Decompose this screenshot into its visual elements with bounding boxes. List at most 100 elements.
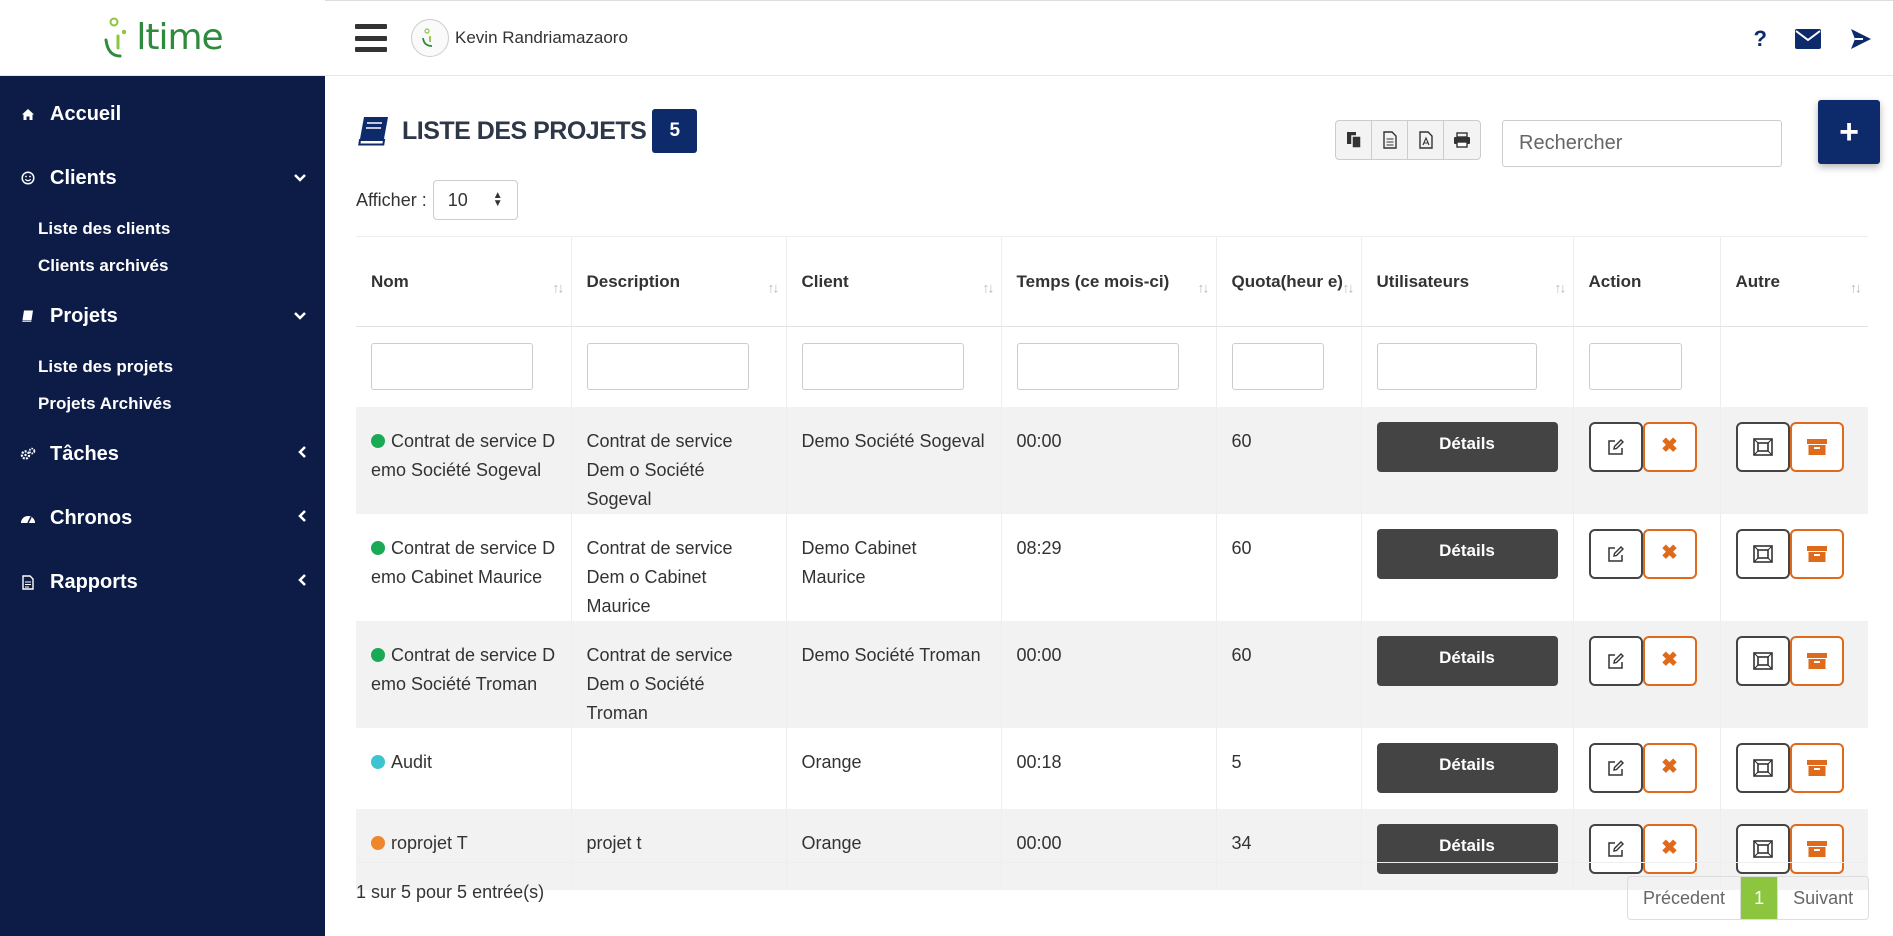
export-csv-button[interactable]	[1372, 121, 1408, 159]
cell-temps: 08:29	[1001, 513, 1217, 621]
sidebar-item-accueil[interactable]: Accueil	[0, 82, 325, 146]
project-name[interactable]: Audit	[391, 752, 432, 772]
sidebar-subitem-liste-clients[interactable]: Liste des clients	[0, 210, 325, 247]
details-button[interactable]: Détails	[1376, 742, 1558, 793]
cell-autre	[1720, 621, 1868, 728]
edit-icon	[1607, 545, 1624, 562]
pagination-next[interactable]: Suivant	[1778, 877, 1868, 919]
pagination-page[interactable]: 1	[1741, 877, 1779, 919]
details-button[interactable]: Détails	[1376, 635, 1558, 686]
logo-text: ltime	[136, 17, 223, 58]
archive-button[interactable]	[1789, 635, 1844, 686]
view-button[interactable]	[1735, 823, 1790, 874]
filter-client-input[interactable]	[801, 343, 964, 391]
send-icon[interactable]	[1849, 27, 1873, 51]
archive-button[interactable]	[1789, 528, 1844, 579]
sidebar-item-taches[interactable]: Tâches	[0, 422, 325, 486]
edit-button[interactable]	[1588, 528, 1643, 579]
filter-quota-input[interactable]	[1231, 343, 1324, 391]
table-header-row: Nom ↑↓ Description ↑↓ Client ↑↓ Temps (ce m…	[356, 236, 1868, 327]
pagination-prev[interactable]: Précedent	[1628, 877, 1742, 919]
column-header-temps[interactable]: Temps (ce mois-ci) ↑↓	[1001, 236, 1217, 327]
project-name[interactable]: roprojet T	[391, 833, 468, 853]
page-length-select[interactable]: 10 ▲ ▼	[432, 180, 518, 220]
filter-action-input[interactable]	[1588, 343, 1682, 391]
details-button[interactable]: Détails	[1376, 528, 1558, 579]
delete-icon: ✖	[1661, 542, 1678, 564]
column-header-description[interactable]: Description ↑↓	[571, 236, 787, 327]
filter-row	[356, 326, 1868, 407]
edit-button[interactable]	[1588, 635, 1643, 686]
cell-action: ✖	[1573, 513, 1721, 621]
column-header-quota[interactable]: Quota(heur e) ↑↓	[1216, 236, 1362, 327]
add-project-button[interactable]: +	[1818, 100, 1880, 164]
project-name[interactable]: Contrat de service D emo Cabinet Maurice	[371, 538, 555, 587]
view-button[interactable]	[1735, 528, 1790, 579]
delete-button[interactable]: ✖	[1642, 421, 1697, 472]
archive-button[interactable]	[1789, 421, 1844, 472]
sidebar-item-chronos[interactable]: Chronos	[0, 486, 325, 550]
document-icon	[1382, 131, 1397, 149]
archive-button[interactable]	[1789, 742, 1844, 793]
view-button[interactable]	[1735, 742, 1790, 793]
cell-utilisateurs: Détails	[1361, 727, 1574, 809]
export-pdf-button[interactable]	[1408, 121, 1444, 159]
chevron-down-icon	[293, 307, 307, 325]
page-length-value: 10	[447, 189, 468, 210]
column-header-autre[interactable]: Autre ↑↓	[1720, 236, 1868, 327]
project-client: Orange	[801, 832, 862, 853]
smile-icon	[18, 171, 38, 185]
delete-button[interactable]: ✖	[1642, 823, 1697, 874]
page-length-control: Afficher : 10 ▲ ▼	[356, 180, 518, 220]
mail-icon[interactable]	[1795, 29, 1821, 49]
logo-mark-icon	[104, 17, 127, 57]
view-button[interactable]	[1735, 635, 1790, 686]
column-header-utilisateurs[interactable]: Utilisateurs ↑↓	[1361, 236, 1574, 327]
cell-quota: 5	[1216, 727, 1362, 809]
edit-button[interactable]	[1588, 742, 1643, 793]
archive-button[interactable]	[1789, 823, 1844, 874]
sidebar-subitem-clients-archives[interactable]: Clients archivés	[0, 247, 325, 284]
filter-utilisateurs-input[interactable]	[1376, 343, 1537, 391]
search-input[interactable]	[1502, 120, 1782, 167]
status-dot	[371, 540, 385, 555]
cell-quota: 60	[1216, 620, 1362, 728]
delete-button[interactable]: ✖	[1642, 635, 1697, 686]
sidebar-item-projets[interactable]: Projets	[0, 284, 325, 348]
column-header-label: Autre	[1735, 272, 1780, 291]
archive-icon	[1806, 759, 1827, 776]
avatar[interactable]	[411, 19, 449, 57]
sidebar-subitem-projets-archives[interactable]: Projets Archivés	[0, 385, 325, 422]
edit-button[interactable]	[1588, 823, 1643, 874]
sidebar-item-clients[interactable]: Clients	[0, 146, 325, 210]
details-button[interactable]: Détails	[1376, 421, 1558, 472]
user-name[interactable]: Kevin Randriamazaoro	[455, 28, 628, 48]
sidebar-item-rapports[interactable]: Rapports	[0, 550, 325, 614]
sidebar-subitem-liste-projets[interactable]: Liste des projets	[0, 348, 325, 385]
project-client: Demo Société Sogeval	[801, 430, 985, 451]
table-info: 1 sur 5 pour 5 entrée(s)	[356, 882, 545, 902]
project-quota: 60	[1231, 644, 1252, 665]
copy-button[interactable]	[1336, 121, 1372, 159]
cell-utilisateurs: Détails	[1361, 406, 1574, 514]
filter-temps-input[interactable]	[1016, 343, 1179, 391]
project-name[interactable]: Contrat de service D emo Société Sogeval	[371, 431, 555, 480]
help-icon[interactable]: ?	[1754, 26, 1767, 52]
status-dot	[371, 835, 385, 850]
details-button[interactable]: Détails	[1376, 823, 1558, 874]
cell-description: Contrat de service Dem o Société Troman	[571, 620, 787, 728]
delete-button[interactable]: ✖	[1642, 528, 1697, 579]
filter-nom-input[interactable]	[371, 343, 533, 391]
edit-button[interactable]	[1588, 421, 1643, 472]
view-button[interactable]	[1735, 421, 1790, 472]
column-header-nom[interactable]: Nom ↑↓	[356, 236, 572, 327]
filter-cell	[356, 326, 572, 407]
cell-client: Demo Cabinet Maurice	[786, 513, 1002, 621]
app-logo[interactable]: ltime	[102, 16, 224, 60]
hamburger-menu-icon[interactable]	[355, 24, 387, 52]
project-name[interactable]: Contrat de service D emo Société Troman	[371, 645, 555, 694]
delete-button[interactable]: ✖	[1642, 742, 1697, 793]
column-header-client[interactable]: Client ↑↓	[786, 236, 1002, 327]
filter-description-input[interactable]	[586, 343, 749, 391]
print-button[interactable]	[1444, 121, 1480, 159]
